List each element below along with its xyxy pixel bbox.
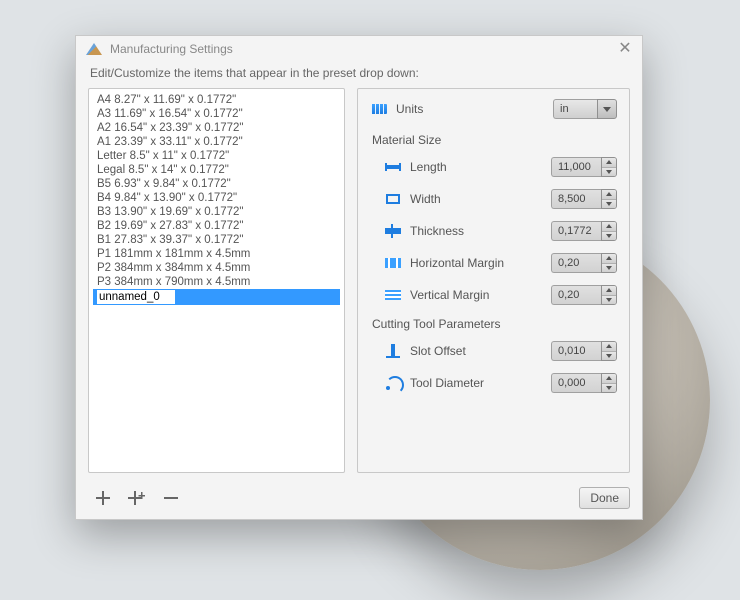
tool-label: Tool Diameter [410, 376, 543, 390]
list-item-editing[interactable] [93, 289, 340, 305]
hmargin-label: Horizontal Margin [410, 256, 543, 270]
preset-list[interactable]: A4 8.27" x 11.69" x 0.1772"A3 11.69" x 1… [93, 93, 340, 468]
spinner-down-icon[interactable] [602, 232, 616, 241]
vmargin-label: Vertical Margin [410, 288, 543, 302]
list-item[interactable]: P1 181mm x 181mm x 4.5mm [93, 247, 340, 261]
thickness-icon [384, 224, 402, 238]
horizontal-margin-icon [384, 256, 402, 270]
hmargin-spinner[interactable] [551, 253, 617, 273]
width-spinner[interactable] [551, 189, 617, 209]
hmargin-input[interactable] [551, 253, 601, 273]
tool-spinner[interactable] [551, 373, 617, 393]
preset-name-input[interactable] [97, 290, 175, 304]
hmargin-row: Horizontal Margin [384, 253, 617, 273]
done-button[interactable]: Done [579, 487, 630, 509]
properties-panel: Units in Material Size Length [357, 88, 630, 473]
spinner-down-icon[interactable] [602, 168, 616, 177]
titlebar: Manufacturing Settings ✕ [76, 36, 642, 62]
spinner-up-icon[interactable] [602, 286, 616, 296]
cutting-heading: Cutting Tool Parameters [372, 317, 617, 331]
spinner-up-icon[interactable] [602, 342, 616, 352]
list-item[interactable]: A4 8.27" x 11.69" x 0.1772" [93, 93, 340, 107]
dialog-body: A4 8.27" x 11.69" x 0.1772"A3 11.69" x 1… [76, 88, 642, 481]
chevron-down-icon[interactable] [597, 99, 617, 119]
slot-input[interactable] [551, 341, 601, 361]
preset-list-panel: A4 8.27" x 11.69" x 0.1772"A3 11.69" x 1… [88, 88, 345, 473]
spinner-down-icon[interactable] [602, 264, 616, 273]
spinner-down-icon[interactable] [602, 352, 616, 361]
duplicate-button[interactable] [126, 487, 148, 509]
slot-offset-icon [384, 344, 402, 358]
vertical-margin-icon [384, 288, 402, 302]
window-title: Manufacturing Settings [110, 42, 618, 56]
remove-button[interactable] [160, 487, 182, 509]
close-icon[interactable]: ✕ [618, 42, 632, 56]
spinner-up-icon[interactable] [602, 374, 616, 384]
spinner-down-icon[interactable] [602, 296, 616, 305]
list-item[interactable]: Legal 8.5" x 14" x 0.1772" [93, 163, 340, 177]
spinner-up-icon[interactable] [602, 190, 616, 200]
vmargin-row: Vertical Margin [384, 285, 617, 305]
width-row: Width [384, 189, 617, 209]
app-icon [86, 43, 102, 55]
units-value: in [553, 99, 597, 119]
tool-diameter-icon [384, 376, 402, 390]
units-label: Units [396, 102, 545, 116]
subtitle: Edit/Customize the items that appear in … [76, 62, 642, 88]
units-select[interactable]: in [553, 99, 617, 119]
vmargin-input[interactable] [551, 285, 601, 305]
length-row: Length [384, 157, 617, 177]
width-label: Width [410, 192, 543, 206]
list-item[interactable]: B5 6.93" x 9.84" x 0.1772" [93, 177, 340, 191]
thickness-row: Thickness [384, 221, 617, 241]
manufacturing-settings-dialog: Manufacturing Settings ✕ Edit/Customize … [75, 35, 643, 520]
thickness-input[interactable] [551, 221, 601, 241]
slot-label: Slot Offset [410, 344, 543, 358]
list-item[interactable]: Letter 8.5" x 11" x 0.1772" [93, 149, 340, 163]
thickness-spinner[interactable] [551, 221, 617, 241]
background: Manufacturing Settings ✕ Edit/Customize … [0, 0, 740, 600]
slot-row: Slot Offset [384, 341, 617, 361]
spinner-up-icon[interactable] [602, 158, 616, 168]
units-row: Units in [370, 99, 617, 119]
ruler-icon [370, 102, 388, 116]
length-icon [384, 160, 402, 174]
list-item[interactable]: A3 11.69" x 16.54" x 0.1772" [93, 107, 340, 121]
length-label: Length [410, 160, 543, 174]
material-size-heading: Material Size [372, 133, 617, 147]
spinner-down-icon[interactable] [602, 200, 616, 209]
spinner-down-icon[interactable] [602, 384, 616, 393]
list-item[interactable]: A2 16.54" x 23.39" x 0.1772" [93, 121, 340, 135]
list-item[interactable]: P3 384mm x 790mm x 4.5mm [93, 275, 340, 289]
list-item[interactable]: B1 27.83" x 39.37" x 0.1772" [93, 233, 340, 247]
list-item[interactable]: B3 13.90" x 19.69" x 0.1772" [93, 205, 340, 219]
spinner-up-icon[interactable] [602, 254, 616, 264]
thickness-label: Thickness [410, 224, 543, 238]
width-input[interactable] [551, 189, 601, 209]
add-button[interactable] [92, 487, 114, 509]
list-item[interactable]: P2 384mm x 384mm x 4.5mm [93, 261, 340, 275]
width-icon [384, 192, 402, 206]
tool-row: Tool Diameter [384, 373, 617, 393]
tool-input[interactable] [551, 373, 601, 393]
list-item[interactable]: B4 9.84" x 13.90" x 0.1772" [93, 191, 340, 205]
spinner-up-icon[interactable] [602, 222, 616, 232]
vmargin-spinner[interactable] [551, 285, 617, 305]
length-input[interactable] [551, 157, 601, 177]
slot-spinner[interactable] [551, 341, 617, 361]
footer: Done [76, 481, 642, 519]
list-item[interactable]: B2 19.69" x 27.83" x 0.1772" [93, 219, 340, 233]
length-spinner[interactable] [551, 157, 617, 177]
list-item[interactable]: A1 23.39" x 33.11" x 0.1772" [93, 135, 340, 149]
